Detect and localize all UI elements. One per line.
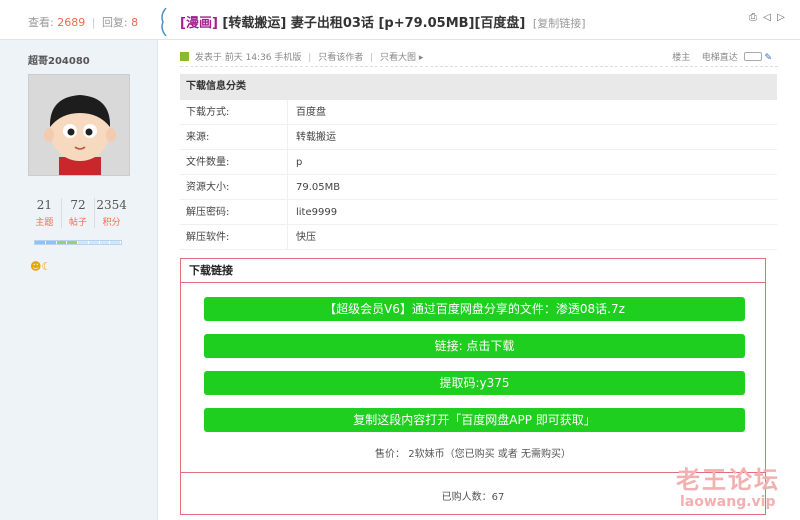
post-meta: 发表于 前天 14:36 手机版 | 只看该作者 | 只看大图 ▸ 楼主 电梯直… (180, 50, 780, 64)
download-info-table: 下载信息分类 下载方式: 百度盘 来源: 转载搬运 文件数量: p 资源大小: … (180, 74, 777, 250)
price-text: 售价： 2软妹币（您已购买 或者 无需购买） (375, 449, 571, 460)
title-category-tag[interactable]: [漫画] (180, 16, 218, 31)
moon-medal-icon: ☾ (41, 260, 52, 273)
info-key: 文件数量: (180, 150, 288, 174)
wrench-icon[interactable]: ✎ (764, 53, 772, 63)
info-key: 解压软件: (180, 225, 288, 249)
next-thread-icon[interactable]: ▷ (776, 13, 786, 23)
prev-thread-icon[interactable]: ◁ (762, 13, 772, 23)
title-text: [转载搬运] 妻子出租03话 [p+79.05MB][百度盘] (222, 16, 526, 31)
table-row: 文件数量: p (180, 150, 777, 175)
watermark-url: laowang.vip (680, 494, 776, 510)
stat-label: 主题 (35, 218, 54, 228)
copy-open-app-button[interactable]: 复制这段内容打开「百度网盘APP 即可获取」 (204, 408, 745, 432)
print-icon[interactable]: ⎙ (748, 13, 758, 23)
smile-medal-icon: ☻ (30, 260, 42, 273)
download-link-button[interactable]: 链接: 点击下载 (204, 334, 745, 358)
download-box-title: 下载链接 (181, 259, 765, 283)
username[interactable]: 超哥204080 (28, 52, 90, 67)
post-date: 发表于 前天 14:36 手机版 (194, 53, 302, 63)
extract-code-button[interactable]: 提取码:y375 (204, 371, 745, 395)
user-stats: 21 主题 72 帖子 2354 积分 (28, 198, 128, 228)
user-stat-posts[interactable]: 72 帖子 (62, 198, 96, 228)
info-value: lite9999 (296, 207, 338, 218)
views-label: 查看: (28, 16, 54, 29)
meta-dashed-divider (180, 66, 778, 67)
watermark-logo: 老王论坛 (676, 466, 780, 494)
info-key: 资源大小: (180, 175, 288, 199)
table-row: 资源大小: 79.05MB (180, 175, 777, 200)
info-key: 来源: (180, 125, 288, 149)
info-key: 解压密码: (180, 200, 288, 224)
user-stat-points[interactable]: 2354 积分 (95, 198, 128, 228)
level-progress (34, 240, 122, 245)
info-value: 百度盘 (296, 107, 326, 118)
info-value: 79.05MB (296, 182, 341, 193)
post-floor-controls: 楼主 电梯直达 ✎ (672, 50, 772, 63)
big-image-link[interactable]: 只看大图 (380, 53, 416, 63)
thread-header: 查看: 2689 | 回复: 8 [漫画] [转载搬运] 妻子出租03话 [p+… (0, 0, 800, 40)
avatar[interactable] (28, 74, 130, 176)
meta-divider: | (370, 53, 374, 63)
meta-divider: | (308, 53, 312, 63)
stat-value: 21 (36, 198, 52, 212)
stat-label: 帖子 (69, 218, 88, 228)
info-value: 快压 (296, 232, 316, 243)
table-row: 解压软件: 快压 (180, 225, 777, 250)
info-table-header: 下载信息分类 (180, 74, 777, 100)
header-actions: ⎙ ◁ ▷ (748, 13, 786, 23)
jump-floor-label: 电梯直达 (701, 53, 738, 63)
user-online-icon (180, 52, 189, 61)
stats-divider: | (91, 16, 96, 29)
user-level-bar (34, 240, 122, 245)
share-file-button[interactable]: 【超级会员V6】通过百度网盘分享的文件：渗透08话.7z (204, 297, 745, 321)
copy-link-button[interactable]: [复制链接] (533, 17, 586, 30)
user-sidebar: 超哥204080 21 主题 72 帖子 2354 积分 ☻☾ (0, 40, 158, 520)
floor-label: 楼主 (672, 53, 691, 63)
medal-icons: ☻☾ (30, 260, 51, 273)
thread-stats: 查看: 2689 | 回复: 8 (28, 14, 138, 30)
thread-title: [漫画] [转载搬运] 妻子出租03话 [p+79.05MB][百度盘] [复制… (180, 12, 586, 31)
author-only-link[interactable]: 只看该作者 (318, 53, 363, 63)
stat-value: 2354 (96, 198, 127, 212)
table-row: 解压密码: lite9999 (180, 200, 777, 225)
jump-floor-input[interactable] (743, 52, 762, 61)
stat-value: 72 (70, 198, 86, 212)
info-key: 下载方式: (180, 100, 288, 124)
views-count: 2689 (57, 16, 86, 29)
replies-count: 8 (131, 16, 139, 29)
table-row: 来源: 转载搬运 (180, 125, 777, 150)
info-value: p (296, 157, 303, 168)
table-row: 下载方式: 百度盘 (180, 100, 777, 125)
replies-label: 回复: (101, 16, 128, 29)
info-value: 转载搬运 (296, 132, 336, 143)
header-divider-curve (161, 8, 167, 36)
stat-label: 积分 (102, 218, 121, 228)
avatar-image (29, 75, 129, 175)
play-arrow-icon: ▸ (418, 53, 424, 63)
user-stat-topics[interactable]: 21 主题 (28, 198, 62, 228)
